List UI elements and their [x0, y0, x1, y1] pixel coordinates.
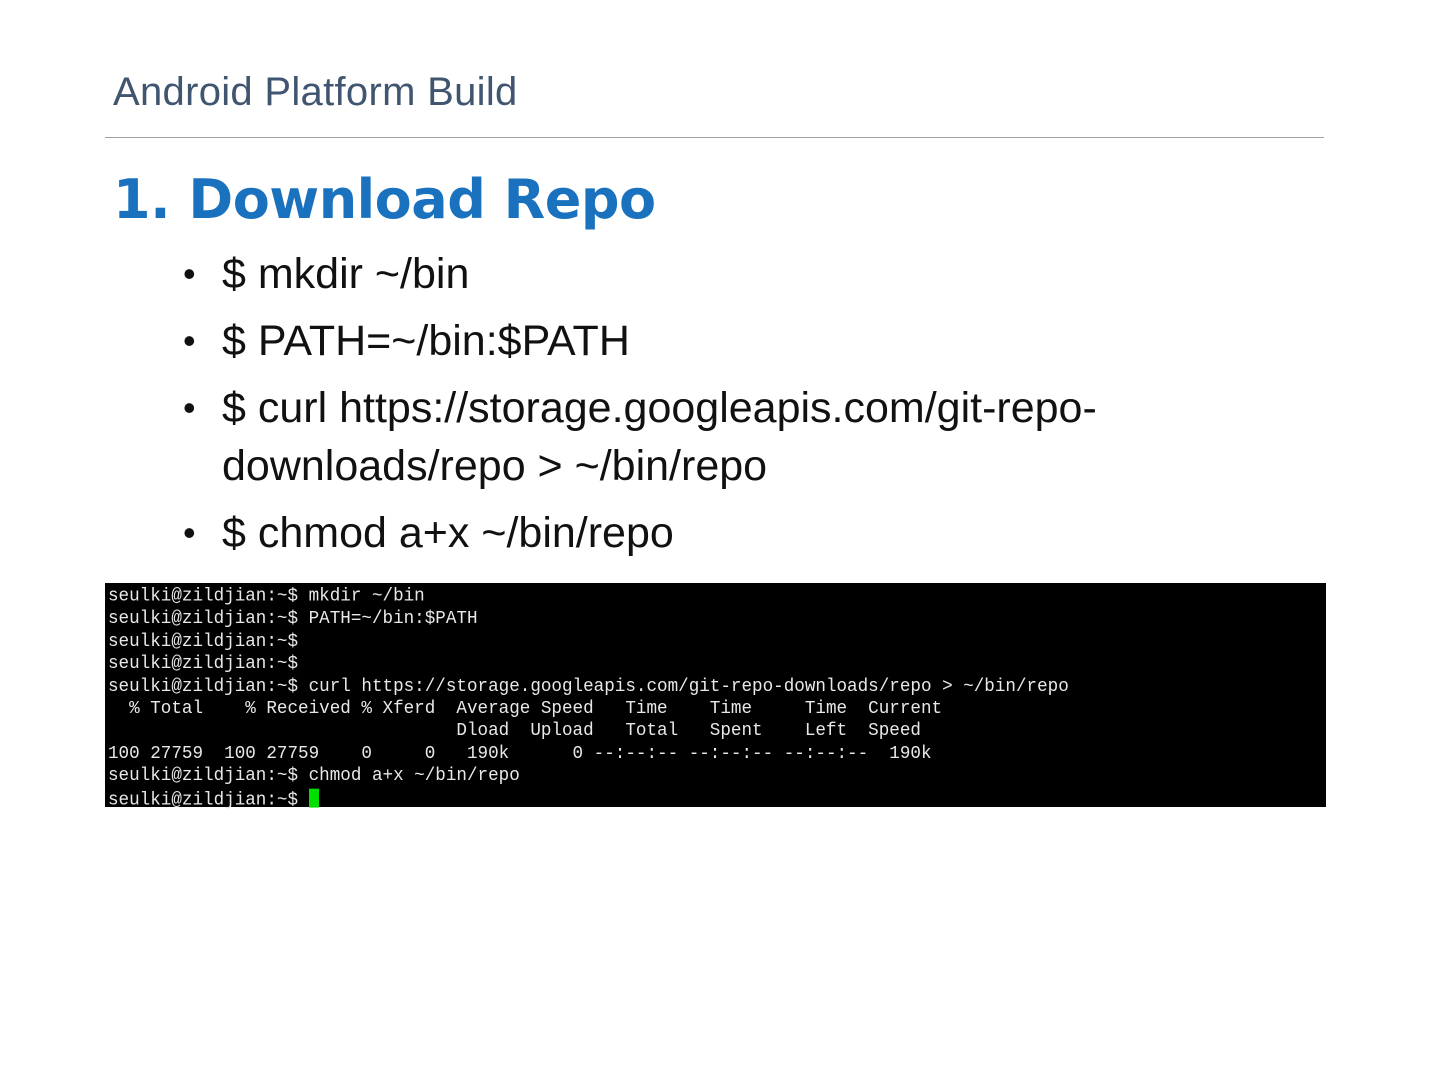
- terminal-line: seulki@zildjian:~$: [108, 653, 299, 675]
- terminal-line: seulki@zildjian:~$ mkdir ~/bin: [108, 586, 425, 607]
- terminal-output: seulki@zildjian:~$ mkdir ~/bin seulki@zi…: [108, 586, 1326, 812]
- terminal-line: seulki@zildjian:~$ PATH=~/bin:$PATH: [108, 608, 478, 630]
- list-item: • $ chmod a+x ~/bin/repo: [183, 504, 1263, 562]
- bullet-icon: •: [183, 253, 196, 294]
- terminal-cursor: [308, 788, 319, 808]
- terminal-line: seulki@zildjian:~$: [108, 630, 299, 652]
- header-divider: [105, 137, 1324, 138]
- terminal-line: 100 27759 100 27759 0 0 190k 0 --:--:-- …: [108, 743, 932, 765]
- terminal-line: Dload Upload Total Spent Left Speed: [108, 720, 921, 742]
- list-item: • $ PATH=~/bin:$PATH: [183, 312, 1263, 370]
- bullet-icon: •: [183, 387, 196, 428]
- terminal-prompt: seulki@zildjian:~$: [108, 789, 309, 811]
- command-list: • $ mkdir ~/bin • $ PATH=~/bin:$PATH • $ cu…: [183, 245, 1263, 571]
- bullet-icon: •: [183, 320, 196, 361]
- list-item: • $ curl https://storage.googleapis.com/g…: [183, 379, 1263, 495]
- command-text: $ curl https://storage.googleapis.com/gi…: [222, 384, 1097, 490]
- terminal-line: % Total % Received % Xferd Average Speed…: [108, 698, 943, 720]
- command-text: $ chmod a+x ~/bin/repo: [222, 509, 674, 557]
- command-text: $ PATH=~/bin:$PATH: [222, 317, 630, 365]
- command-text: $ mkdir ~/bin: [222, 250, 470, 298]
- bullet-icon: •: [183, 512, 196, 553]
- terminal-line: seulki@zildjian:~$ chmod a+x ~/bin/repo: [108, 765, 520, 787]
- section-title: 1. Download Repo: [113, 168, 656, 231]
- terminal-screenshot: seulki@zildjian:~$ mkdir ~/bin seulki@zi…: [105, 583, 1326, 810]
- list-item: • $ mkdir ~/bin: [183, 245, 1263, 303]
- terminal-line: seulki@zildjian:~$ curl https://storage.…: [108, 675, 1069, 697]
- header-title: Android Platform Build: [113, 70, 518, 114]
